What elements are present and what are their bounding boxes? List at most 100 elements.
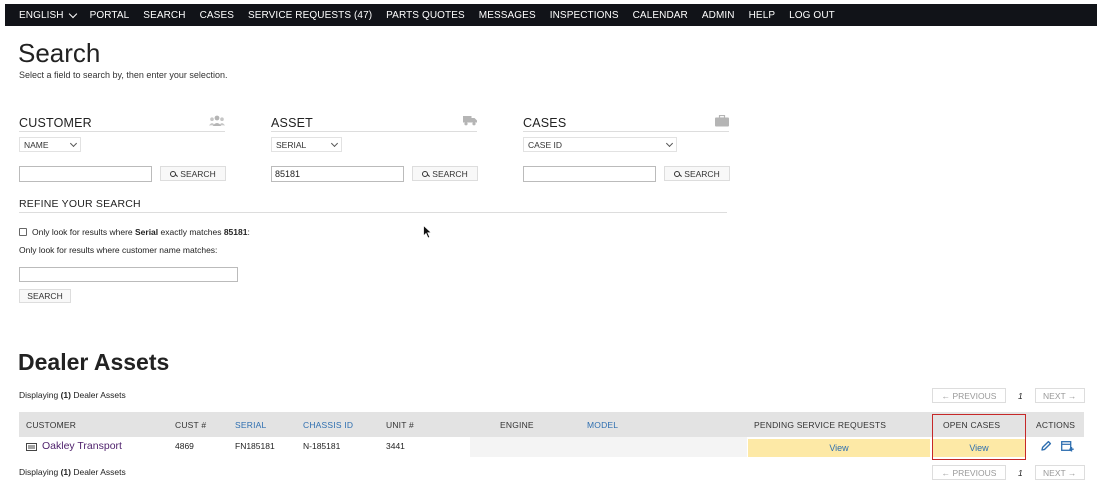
cell-unit-no: 3441 <box>386 441 405 451</box>
cases-search-panel: CASES CASE ID SEARCH <box>523 114 730 182</box>
nav-messages[interactable]: MESSAGES <box>479 10 536 21</box>
customer-search-input[interactable] <box>19 166 152 182</box>
cases-field-value: CASE ID <box>528 139 563 150</box>
cases-panel-header: CASES <box>523 114 729 132</box>
search-icon <box>422 170 429 177</box>
cases-field-select[interactable]: CASE ID <box>523 137 677 152</box>
customer-search-panel: CUSTOMER NAME SEARCH <box>19 114 226 182</box>
previous-page-button[interactable]: ← PREVIOUS <box>932 388 1006 403</box>
asset-search-panel: ASSET SERIAL SEARCH <box>271 114 478 182</box>
current-page: 1 <box>1018 467 1023 478</box>
asset-search-input[interactable] <box>271 166 404 182</box>
results-count-text-1: Displaying <box>19 467 61 477</box>
exact-match-row: Only look for results where Serial exact… <box>19 227 250 237</box>
col-pending-requests: PENDING SERVICE REQUESTS <box>754 420 887 430</box>
nav-search[interactable]: SEARCH <box>143 10 185 21</box>
customer-name-match-input[interactable] <box>19 267 238 282</box>
col-engine: ENGINE <box>500 420 534 430</box>
chevron-down-icon <box>69 139 78 147</box>
cases-search-button[interactable]: SEARCH <box>664 166 730 181</box>
nav-cases[interactable]: CASES <box>200 10 234 21</box>
results-count-text-2: Dealer Assets <box>70 390 126 400</box>
cases-search-input[interactable] <box>523 166 656 182</box>
results-count-number: (1) <box>60 390 71 400</box>
nav-language-label: ENGLISH <box>19 9 64 21</box>
cell-cust-no: 4869 <box>175 441 194 451</box>
table-header: CUSTOMER CUST # SERIAL CHASSIS ID UNIT #… <box>19 412 1084 437</box>
page-subtitle: Select a field to search by, then enter … <box>19 70 228 80</box>
next-page-button[interactable]: NEXT → <box>1034 465 1085 480</box>
pager-top: ← PREVIOUS 1 NEXT → <box>932 388 1085 403</box>
exact-match-field: Serial <box>134 227 159 237</box>
asset-heading: ASSET <box>271 116 313 130</box>
col-open-cases: OPEN CASES <box>943 420 1001 430</box>
results-count-number: (1) <box>60 467 71 477</box>
customer-heading: CUSTOMER <box>19 116 92 130</box>
exact-match-text-2: exactly matches <box>158 227 224 237</box>
search-icon <box>674 170 681 177</box>
asset-field-value: SERIAL <box>276 139 307 150</box>
col-unit-no: UNIT # <box>386 420 414 430</box>
search-icon <box>170 170 177 177</box>
customer-link[interactable]: Oakley Transport <box>42 440 122 452</box>
col-actions: ACTIONS <box>1036 420 1076 430</box>
results-count-top: Displaying (1) Dealer Assets <box>19 390 126 400</box>
nav-admin[interactable]: ADMIN <box>702 10 735 21</box>
edit-pencil-icon[interactable] <box>1040 440 1052 452</box>
nav-language[interactable]: ENGLISH <box>19 9 77 21</box>
nav-inspections[interactable]: INSPECTIONS <box>550 10 619 21</box>
col-serial[interactable]: SERIAL <box>235 420 266 430</box>
current-page: 1 <box>1018 390 1023 401</box>
users-icon <box>209 115 225 126</box>
cell-chassis-id: N-185181 <box>303 441 341 451</box>
dealer-assets-title: Dealer Assets <box>18 349 170 375</box>
open-cases-view-link[interactable]: View <box>932 439 1026 457</box>
nav-help[interactable]: HELP <box>749 10 776 21</box>
refine-search-button[interactable]: SEARCH <box>19 289 71 303</box>
customer-search-button-label: SEARCH <box>180 168 216 179</box>
add-calendar-icon[interactable] <box>1061 440 1074 452</box>
nav-parts-quotes[interactable]: PARTS QUOTES <box>386 10 465 21</box>
top-nav: ENGLISH PORTAL SEARCH CASES SERVICE REQU… <box>5 4 1097 26</box>
col-cust-no: CUST # <box>175 420 207 430</box>
customer-search-button[interactable]: SEARCH <box>160 166 226 181</box>
mouse-cursor-icon <box>423 225 433 239</box>
briefcase-icon <box>715 115 729 127</box>
cell-engine-model <box>470 437 747 457</box>
customer-field-select[interactable]: NAME <box>19 137 81 152</box>
exact-match-value: 85181 <box>223 227 248 237</box>
nav-portal[interactable]: PORTAL <box>90 10 130 21</box>
next-page-button[interactable]: NEXT → <box>1034 388 1085 403</box>
page-title: Search <box>18 38 101 68</box>
results-count-text-2: Dealer Assets <box>70 467 126 477</box>
nav-calendar[interactable]: CALENDAR <box>633 10 688 21</box>
asset-search-button[interactable]: SEARCH <box>412 166 478 181</box>
cases-heading: CASES <box>523 116 567 130</box>
truck-icon <box>26 443 37 451</box>
nav-service-requests[interactable]: SERVICE REQUESTS (47) <box>248 10 372 21</box>
col-chassis-id[interactable]: CHASSIS ID <box>303 420 353 430</box>
previous-page-button[interactable]: ← PREVIOUS <box>932 465 1006 480</box>
truck-icon <box>463 116 477 126</box>
asset-search-button-label: SEARCH <box>432 168 468 179</box>
col-customer: CUSTOMER <box>26 420 77 430</box>
nav-logout[interactable]: LOG OUT <box>789 10 835 21</box>
table-row: Oakley Transport 4869 FN185181 N-185181 … <box>19 437 1084 457</box>
pager-bottom: ← PREVIOUS 1 NEXT → <box>932 465 1085 480</box>
pending-requests-view-link[interactable]: View <box>748 439 930 457</box>
customer-field-value: NAME <box>24 139 49 150</box>
cases-search-button-label: SEARCH <box>684 168 720 179</box>
exact-match-checkbox[interactable] <box>19 228 27 236</box>
customer-name-match-label: Only look for results where customer nam… <box>19 245 218 255</box>
chevron-down-icon <box>68 9 77 18</box>
asset-panel-header: ASSET <box>271 114 477 132</box>
results-count-bottom: Displaying (1) Dealer Assets <box>19 467 126 477</box>
chevron-down-icon <box>665 139 674 147</box>
asset-field-select[interactable]: SERIAL <box>271 137 342 152</box>
col-model[interactable]: MODEL <box>587 420 618 430</box>
exact-match-label: Only look for results where Serial exact… <box>32 227 250 237</box>
results-count-text-1: Displaying <box>19 390 61 400</box>
customer-panel-header: CUSTOMER <box>19 114 225 132</box>
cell-serial: FN185181 <box>235 441 275 451</box>
exact-match-text-1: Only look for results where <box>32 227 135 237</box>
